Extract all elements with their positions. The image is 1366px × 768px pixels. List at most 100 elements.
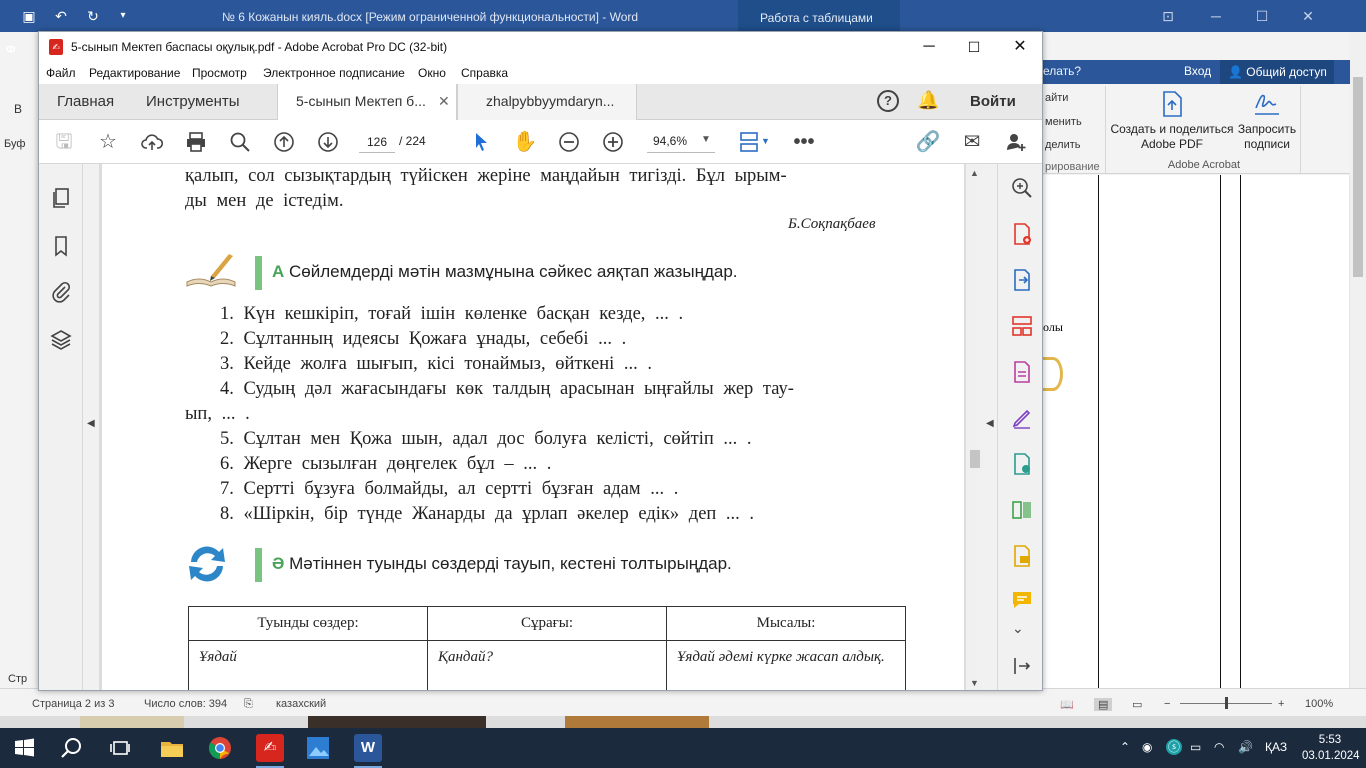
tab-document-1[interactable]: 5-сынып Мектеп б... ✕ (277, 84, 457, 120)
menu-e-sign[interactable]: Электронное подписание (263, 66, 405, 80)
save-icon[interactable]: 🖫 (50, 128, 78, 156)
compare-files-icon[interactable] (1010, 498, 1034, 522)
search-icon[interactable] (226, 128, 254, 156)
wifi-icon[interactable]: ◠ (1214, 740, 1224, 754)
layers-icon[interactable] (49, 328, 73, 352)
tell-me[interactable]: елать? (1043, 64, 1081, 78)
hand-tool-icon[interactable]: ✋ (511, 128, 539, 156)
menu-edit[interactable]: Редактирование (89, 66, 180, 80)
cloud-upload-icon[interactable] (138, 128, 166, 156)
create-share-pdf-button[interactable]: Создать и поделиться Adobe PDF (1108, 90, 1236, 152)
bell-icon[interactable]: 🔔 (917, 90, 939, 111)
zoom-tool-icon[interactable] (1010, 176, 1034, 200)
ribbon-replace[interactable]: менить (1045, 116, 1082, 128)
status-words[interactable]: Число слов: 394 (144, 698, 227, 710)
zoom-in-icon[interactable] (599, 128, 627, 156)
page-thumbnails-icon[interactable] (49, 186, 73, 210)
status-language[interactable]: казахский (276, 698, 326, 710)
share-link-icon[interactable]: 🔗 (914, 128, 942, 156)
zoom-out-icon[interactable] (555, 128, 583, 156)
document-scroll-thumb[interactable] (970, 450, 980, 468)
tab-home[interactable]: Главная (57, 84, 114, 120)
word-scrollbar[interactable] (1350, 32, 1366, 688)
tab-document-2[interactable]: zhalpybbyymdaryn... (457, 84, 637, 120)
print-layout-icon[interactable]: ▤ (1094, 698, 1113, 711)
left-pane-toggle[interactable]: ◀ (83, 164, 99, 690)
zoom-slider-thumb[interactable] (1225, 697, 1228, 709)
edit-pdf-icon[interactable] (1010, 360, 1034, 384)
ribbon-find[interactable]: айти (1045, 92, 1068, 104)
scroll-up-icon[interactable]: ▲ (970, 168, 979, 178)
battery-icon[interactable]: ▭ (1190, 740, 1201, 754)
close-icon[interactable]: ✕ (997, 32, 1042, 62)
menu-file[interactable]: Файл (46, 66, 76, 80)
more-tools-chevron-icon[interactable]: ⌄ (1012, 620, 1024, 637)
save-icon[interactable]: ▣ (20, 7, 38, 25)
page-up-icon[interactable] (270, 128, 298, 156)
tab-tools[interactable]: Инструменты (146, 84, 240, 120)
undo-icon[interactable]: ↶ (52, 7, 70, 25)
send-for-review-icon[interactable] (1010, 452, 1034, 476)
zoom-out-icon[interactable]: − (1164, 698, 1170, 710)
minimize-icon[interactable]: ─ (906, 32, 952, 62)
comment-file-icon[interactable] (1010, 544, 1034, 568)
clock[interactable]: 5:53 03.01.2024 (1302, 732, 1360, 764)
chrome-icon[interactable] (206, 734, 234, 762)
zoom-select[interactable]: 94,6% ▼ (647, 131, 715, 153)
request-signatures-button[interactable]: Запросить подписи (1232, 90, 1302, 152)
comment-icon[interactable] (1010, 588, 1034, 612)
word-context-tab[interactable]: Работа с таблицами (738, 0, 900, 32)
file-explorer-icon[interactable] (158, 734, 186, 762)
word-minimize-icon[interactable]: ─ (1206, 6, 1226, 26)
acrobat-icon[interactable]: ✍ (256, 734, 284, 768)
export-pdf-icon[interactable] (1010, 268, 1034, 292)
photos-icon[interactable] (304, 734, 332, 762)
status-zoom[interactable]: 100% (1305, 698, 1333, 710)
menu-view[interactable]: Просмотр (192, 66, 247, 80)
organize-pages-icon[interactable] (1010, 314, 1034, 338)
add-user-icon[interactable] (1002, 128, 1030, 156)
right-pane-toggle[interactable]: ◀ (983, 164, 997, 690)
language-indicator[interactable]: ҚАЗ (1265, 740, 1287, 754)
search-icon[interactable] (58, 734, 86, 762)
menu-help[interactable]: Справка (461, 66, 508, 80)
select-cursor-icon[interactable] (467, 128, 495, 156)
status-page[interactable]: Страница 2 из 3 (32, 698, 114, 710)
word-scroll-thumb[interactable] (1353, 77, 1363, 277)
more-tools-icon[interactable]: ••• (790, 128, 818, 156)
attachments-icon[interactable] (49, 280, 73, 304)
layout-dropdown-icon[interactable]: ▼ (761, 136, 770, 146)
proofing-icon[interactable]: ⎘ (244, 698, 253, 711)
document-scrollbar[interactable]: ▲ ▼ (965, 164, 983, 690)
tab-close-icon[interactable]: ✕ (438, 93, 450, 110)
tray-skype-icon[interactable]: ⓢ (1166, 739, 1182, 755)
read-mode-icon[interactable]: 📖 (1060, 698, 1074, 711)
document-view[interactable]: қалып, сол сызықтардың түйіскен жеріне м… (99, 164, 967, 690)
help-icon[interactable]: ? (877, 90, 899, 112)
word-maximize-icon[interactable]: ☐ (1252, 6, 1272, 26)
page-down-icon[interactable] (314, 128, 342, 156)
windows-start-icon[interactable] (10, 734, 38, 762)
page-layout-icon[interactable] (735, 128, 763, 156)
web-layout-icon[interactable]: ▭ (1132, 698, 1142, 711)
ribbon-options-icon[interactable]: ⊡ (1158, 6, 1178, 26)
share-button[interactable]: 👤 Общий доступ (1220, 60, 1334, 84)
create-pdf-icon[interactable] (1010, 222, 1034, 246)
email-icon[interactable]: ✉ (958, 128, 986, 156)
page-number-input[interactable]: 126 (359, 131, 395, 153)
word-icon[interactable]: W (354, 734, 382, 768)
signin-button[interactable]: Войти (970, 93, 1016, 110)
ribbon-select[interactable]: делить (1045, 139, 1081, 151)
task-view-icon[interactable] (106, 734, 134, 762)
word-close-icon[interactable]: ✕ (1298, 6, 1318, 26)
tray-expand-icon[interactable]: ⌃ (1120, 740, 1130, 754)
bookmarks-icon[interactable] (49, 234, 73, 258)
menu-window[interactable]: Окно (418, 66, 446, 80)
redo-icon[interactable]: ↻ (84, 7, 102, 25)
zoom-in-icon[interactable]: + (1278, 698, 1284, 710)
word-signin[interactable]: Вход (1184, 64, 1211, 78)
print-icon[interactable] (182, 128, 210, 156)
fill-sign-icon[interactable] (1010, 406, 1034, 430)
collapse-pane-icon[interactable] (1010, 654, 1034, 678)
customize-icon[interactable]: ▾ (114, 7, 132, 25)
